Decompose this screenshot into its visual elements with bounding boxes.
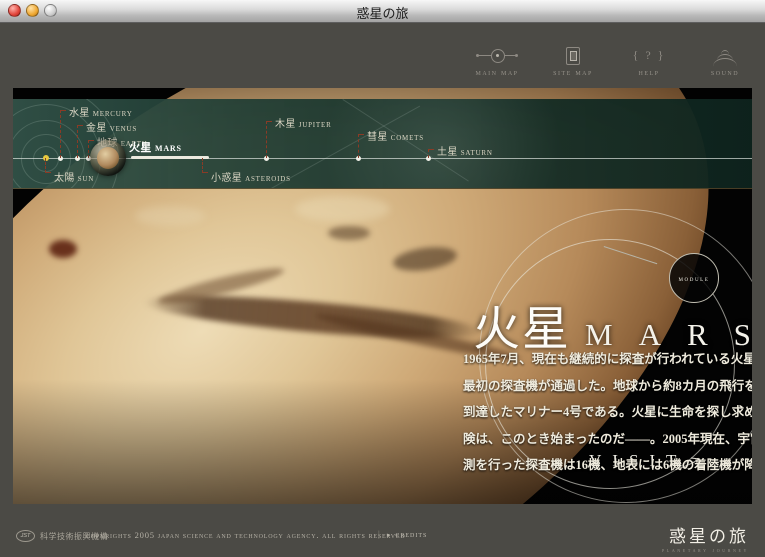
window-titlebar[interactable]: 惑星の旅 xyxy=(0,0,765,23)
site-logo: 惑星の旅 Planetary Journey xyxy=(662,522,749,554)
window-title: 惑星の旅 xyxy=(0,3,765,22)
credits-divider: | xyxy=(378,529,380,539)
connector-line-venus xyxy=(77,125,83,158)
menu-item-sound[interactable]: Sound xyxy=(699,46,751,77)
planet-marker-mars[interactable] xyxy=(90,140,126,176)
menu-item-main-map[interactable]: Main Map xyxy=(471,46,523,77)
asteroid-belt-marker[interactable] xyxy=(131,156,209,159)
planet-nav-mars[interactable]: 火星 Mars xyxy=(129,139,182,155)
description-line: 険は、このとき始まったのだ——。2005年現在、宇宙から火星の観 xyxy=(463,426,752,453)
menu-item-label: Help xyxy=(623,68,675,77)
copyright-text: Copyrights 2005 Japan Science and Techno… xyxy=(86,530,406,540)
planet-nav-comets[interactable]: 彗星 Comets xyxy=(367,128,424,143)
module-button-label: Module xyxy=(679,274,710,283)
description-line: 1965年7月、現在も継続的に探査が行われている火星の上空を、 xyxy=(463,346,752,373)
description-line: 最初の探査機が通過した。地球から約8カ月の飛行を経て火星へ xyxy=(463,373,752,400)
connector-line-jupiter xyxy=(266,121,272,158)
description-line: 測を行った探査機は16機、地表には6機の着陸機が降りている。 xyxy=(463,452,752,479)
planet-nav-jupiter[interactable]: 木星 Jupiter xyxy=(275,115,332,130)
connector-line-saturn xyxy=(428,149,434,158)
description-line: 到達したマリナー4号である。火星に生命を探し求める人類の冒 xyxy=(463,399,752,426)
sound-icon xyxy=(699,46,751,64)
menu-item-site-map[interactable]: Site Map xyxy=(547,46,599,77)
description-text: 1965年7月、現在も継続的に探査が行われている火星の上空を、最初の探査機が通過… xyxy=(463,346,752,479)
connector-line-comets xyxy=(358,134,364,158)
site-map-icon xyxy=(547,46,599,64)
connector-line-mercury xyxy=(60,110,66,158)
menu-item-help[interactable]: { ? } Help xyxy=(623,46,675,77)
site-logo-jp: 惑星の旅 xyxy=(662,522,749,547)
connector-line-asteroids xyxy=(202,158,208,173)
main-stage: 太陽 Sun水星 Mercury金星 Venus地球 Earth火星 Mars小… xyxy=(13,88,752,504)
menu-item-label: Main Map xyxy=(471,68,523,77)
footer: JST 科学技術振興機構 Copyrights 2005 Japan Scien… xyxy=(0,504,765,557)
site-logo-en: Planetary Journey xyxy=(662,548,749,554)
help-icon: { ? } xyxy=(623,46,675,64)
mars-sphere-icon xyxy=(97,147,119,169)
planet-nav-asteroids[interactable]: 小惑星 Asteroids xyxy=(211,169,291,184)
solar-system-navbar: 太陽 Sun水星 Mercury金星 Venus地球 Earth火星 Mars小… xyxy=(13,99,752,189)
planet-nav-venus[interactable]: 金星 Venus xyxy=(86,119,137,134)
top-menu: Main Map Site Map { ? } Help Sound xyxy=(471,46,751,77)
planet-nav-saturn[interactable]: 土星 Saturn xyxy=(437,143,493,158)
main-map-icon xyxy=(471,46,523,64)
connector-line-sun xyxy=(45,158,51,173)
planet-nav-mercury[interactable]: 水星 Mercury xyxy=(69,104,133,119)
planet-nav-sun[interactable]: 太陽 Sun xyxy=(54,169,94,184)
menu-item-label: Site Map xyxy=(547,68,599,77)
credits-link[interactable]: Credits xyxy=(387,529,428,539)
jst-logo-icon: JST xyxy=(16,530,35,542)
